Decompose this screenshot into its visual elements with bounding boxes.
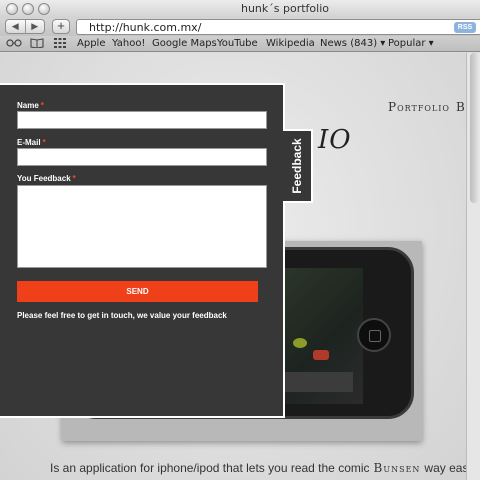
required-mark: *	[40, 101, 44, 110]
nav-blog-link[interactable]: Blog	[456, 100, 466, 114]
grid-icon[interactable]	[54, 38, 66, 51]
email-label: E-Mail *	[17, 138, 46, 147]
bookmark-popular-menu[interactable]: Popular ▾	[388, 38, 434, 49]
feedback-label: You Feedback *	[17, 174, 76, 183]
send-button[interactable]: SEND	[17, 281, 258, 302]
url-text[interactable]: http://hunk.com.mx/	[89, 21, 201, 34]
bookmark-news-menu[interactable]: News (843) ▾	[320, 38, 385, 49]
page-heading: IO	[318, 125, 352, 155]
name-label-text: Name	[17, 101, 39, 110]
nav-portfolio-link[interactable]: Portfolio	[388, 100, 450, 114]
name-field[interactable]	[17, 111, 267, 129]
feedback-note: Please feel free to get in touch, we val…	[17, 311, 227, 320]
feedback-tab[interactable]: Feedback	[283, 129, 313, 203]
bookmarks-bar: Apple Yahoo! Google Maps YouTube Wikiped…	[0, 36, 480, 52]
required-mark: *	[42, 138, 46, 147]
browser-toolbar: ◀ ▶ + http://hunk.com.mx/ RSS	[0, 18, 480, 36]
window-title: hunk´s portfolio	[240, 2, 329, 15]
app-description-tail: way easily	[424, 461, 466, 475]
required-mark: *	[72, 174, 76, 183]
email-label-text: E-Mail	[17, 138, 41, 147]
app-description: Is an application for iphone/ipod that l…	[50, 461, 466, 475]
forward-button[interactable]: ▶	[24, 20, 45, 33]
title-bar: hunk´s portfolio	[0, 0, 480, 18]
screen-plant-graphic	[313, 350, 329, 360]
bookmark-yahoo[interactable]: Yahoo!	[112, 38, 145, 49]
bookmark-apple[interactable]: Apple	[77, 38, 105, 49]
name-label: Name *	[17, 101, 44, 110]
bookmark-youtube[interactable]: YouTube	[217, 38, 258, 49]
back-button[interactable]: ◀	[6, 20, 25, 33]
scroll-thumb[interactable]	[470, 53, 478, 203]
feedback-label-text: You Feedback	[17, 174, 71, 183]
feedback-panel: Name * E-Mail * You Feedback * SEND Please …	[0, 83, 285, 418]
home-button-graphic	[357, 318, 391, 352]
app-description-text: Is an application for iphone/ipod that l…	[50, 461, 370, 475]
history-nav: ◀ ▶	[5, 19, 45, 34]
feedback-tab-label: Feedback	[290, 138, 304, 194]
screen-lamp-graphic	[293, 338, 307, 348]
bookmark-google-maps[interactable]: Google Maps	[152, 38, 217, 49]
vertical-scrollbar[interactable]	[466, 53, 480, 480]
add-bookmark-button[interactable]: +	[52, 19, 70, 34]
reader-glasses-icon[interactable]	[6, 38, 22, 51]
address-bar[interactable]: http://hunk.com.mx/ RSS	[76, 19, 480, 35]
book-icon[interactable]	[30, 38, 44, 51]
bookmark-wikipedia[interactable]: Wikipedia	[266, 38, 315, 49]
feedback-textarea[interactable]	[17, 185, 267, 268]
rss-button[interactable]: RSS	[454, 22, 476, 33]
email-field[interactable]	[17, 148, 267, 166]
comic-name: Bunsen	[373, 461, 421, 475]
